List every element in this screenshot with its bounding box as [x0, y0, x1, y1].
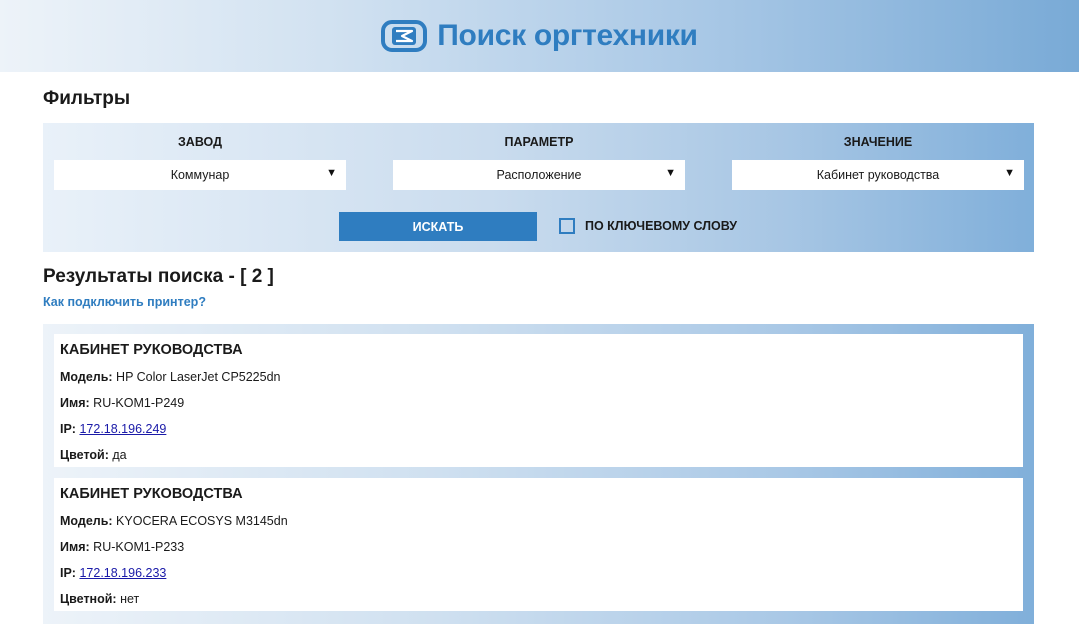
model-label: Модель: — [60, 370, 113, 384]
value-select[interactable]: Кабинет руководства ▼ — [732, 160, 1024, 190]
parameter-select[interactable]: Расположение ▼ — [393, 160, 685, 190]
plant-select[interactable]: Коммунар ▼ — [54, 160, 346, 190]
name-value: RU-KOM1-P249 — [93, 396, 185, 410]
color-label: Цветной: — [60, 592, 117, 606]
results-panel: КАБИНЕТ РУКОВОДСТВА Модель: HP Color Las… — [43, 324, 1034, 624]
filter-plant-label: ЗАВОД — [177, 135, 223, 149]
result-name: Имя: RU-KOM1-P249 — [60, 396, 184, 410]
model-value: HP Color LaserJet CP5225dn — [116, 370, 281, 384]
filter-parameter-label: ПАРАМЕТР — [504, 135, 574, 149]
connect-printer-link[interactable]: Как подключить принтер? — [43, 295, 206, 309]
keyword-checkbox-label[interactable]: ПО КЛЮЧЕВОМУ СЛОВУ — [585, 219, 737, 233]
parameter-select-value: Расположение — [496, 168, 582, 182]
result-card: КАБИНЕТ РУКОВОДСТВА Модель: HP Color Las… — [54, 334, 1023, 467]
ip-label: IP: — [60, 566, 76, 580]
color-value: нет — [120, 592, 140, 606]
value-select-value: Кабинет руководства — [816, 168, 940, 182]
plant-select-value: Коммунар — [170, 168, 230, 182]
result-location: КАБИНЕТ РУКОВОДСТВА — [60, 342, 243, 358]
site-header: Поиск оргтехники — [0, 0, 1079, 72]
result-card: КАБИНЕТ РУКОВОДСТВА Модель: KYOCERA ECOS… — [54, 478, 1023, 611]
result-model: Модель: HP Color LaserJet CP5225dn — [60, 370, 281, 384]
filter-value-label: ЗНАЧЕНИЕ — [843, 135, 913, 149]
result-name: Имя: RU-KOM1-P233 — [60, 540, 184, 554]
model-value: KYOCERA ECOSYS M3145dn — [116, 514, 288, 528]
result-location: КАБИНЕТ РУКОВОДСТВА — [60, 486, 243, 502]
result-ip: IP: 172.18.196.249 — [60, 422, 166, 436]
color-value: да — [112, 448, 127, 462]
result-color: Цветой: да — [60, 448, 127, 462]
ip-label: IP: — [60, 422, 76, 436]
color-label: Цветой: — [60, 448, 109, 462]
dropdown-arrow-icon: ▼ — [1004, 167, 1015, 179]
name-label: Имя: — [60, 396, 90, 410]
name-label: Имя: — [60, 540, 90, 554]
results-heading: Результаты поиска - [ 2 ] — [43, 266, 274, 287]
model-label: Модель: — [60, 514, 113, 528]
dropdown-arrow-icon: ▼ — [665, 167, 676, 179]
result-color: Цветной: нет — [60, 592, 139, 606]
filters-heading: Фильтры — [43, 88, 131, 109]
brand[interactable]: Поиск оргтехники — [381, 19, 698, 53]
printer-logo-icon — [381, 20, 428, 52]
filter-panel: ЗАВОД Коммунар ▼ ПАРАМЕТР Расположение ▼… — [43, 123, 1034, 252]
result-model: Модель: KYOCERA ECOSYS M3145dn — [60, 514, 288, 528]
search-button[interactable]: ИСКАТЬ — [339, 212, 537, 241]
name-value: RU-KOM1-P233 — [93, 540, 185, 554]
result-ip: IP: 172.18.196.233 — [60, 566, 166, 580]
ip-link[interactable]: 172.18.196.233 — [79, 566, 166, 580]
keyword-checkbox[interactable] — [559, 218, 575, 234]
site-title: Поиск оргтехники — [437, 19, 698, 52]
ip-link[interactable]: 172.18.196.249 — [79, 422, 166, 436]
dropdown-arrow-icon: ▼ — [326, 167, 337, 179]
